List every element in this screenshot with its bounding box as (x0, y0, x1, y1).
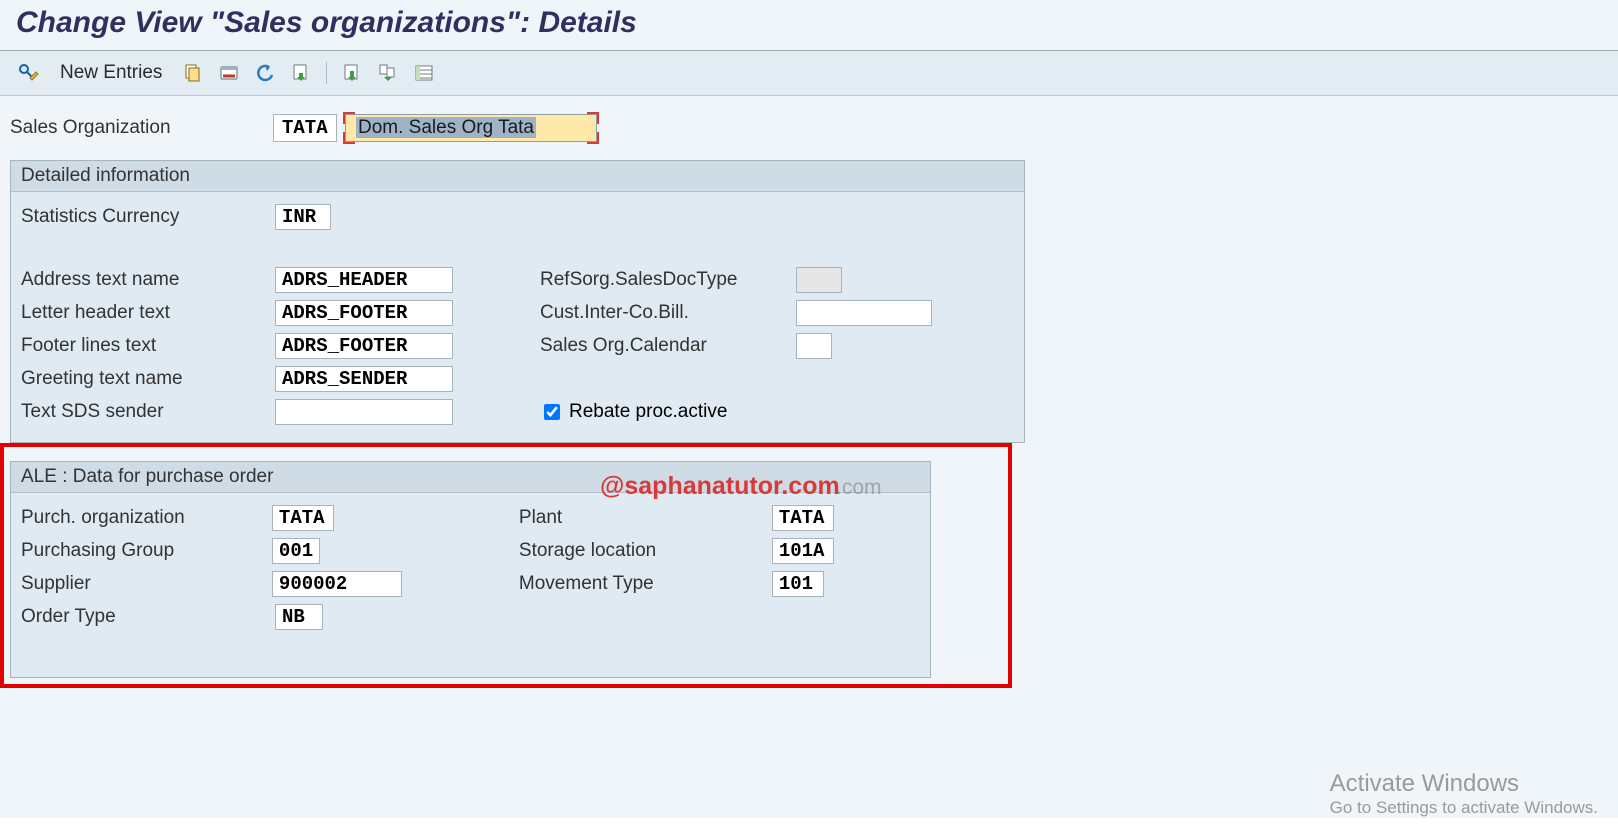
new-entries-button[interactable]: New Entries (52, 60, 170, 86)
movement-type-input[interactable] (772, 571, 824, 597)
table-view-icon[interactable] (411, 61, 437, 85)
stats-currency-input[interactable] (275, 204, 331, 230)
letter-header-input[interactable] (275, 300, 453, 326)
title-bar: Change View "Sales organizations": Detai… (0, 0, 1618, 50)
rebate-label: Rebate proc.active (569, 401, 727, 423)
cust-interco-label: Cust.Inter-Co.Bill. (540, 302, 796, 324)
sales-org-desc-input[interactable]: Dom. Sales Org Tata (345, 114, 597, 142)
storage-input[interactable] (772, 538, 834, 564)
detailed-info-group: Detailed information Statistics Currency… (10, 160, 1025, 443)
sds-sender-input[interactable] (275, 399, 453, 425)
purch-grp-label: Purchasing Group (21, 540, 272, 562)
refsorg-input (796, 267, 842, 293)
plant-input[interactable] (772, 505, 834, 531)
select-set-icon[interactable] (375, 61, 401, 85)
undo-icon[interactable] (252, 61, 278, 85)
delete-icon[interactable] (216, 61, 242, 85)
purch-grp-input[interactable] (272, 538, 320, 564)
sales-calendar-input[interactable] (796, 333, 832, 359)
sds-sender-label: Text SDS sender (21, 401, 275, 423)
cust-interco-input[interactable] (796, 300, 932, 326)
toggle-display-icon[interactable] (16, 61, 42, 85)
toolbar-separator (326, 62, 327, 84)
purch-org-input[interactable] (272, 505, 334, 531)
storage-label: Storage location (519, 540, 772, 562)
next-entry-icon[interactable] (288, 61, 314, 85)
footer-lines-label: Footer lines text (21, 335, 275, 357)
sales-org-row: Sales Organization TATA Dom. Sales Org T… (10, 114, 1608, 142)
ale-title: ALE : Data for purchase order (11, 462, 930, 493)
ale-group: ALE : Data for purchase order Purch. org… (10, 461, 931, 678)
supplier-input[interactable] (272, 571, 402, 597)
toolbar: New Entries (0, 51, 1618, 96)
prev-entry-icon[interactable] (339, 61, 365, 85)
sales-calendar-label: Sales Org.Calendar (540, 335, 796, 357)
movement-type-label: Movement Type (519, 573, 772, 595)
order-type-label: Order Type (21, 606, 275, 628)
page-title: Change View "Sales organizations": Detai… (16, 6, 1602, 40)
letter-header-label: Letter header text (21, 302, 275, 324)
purch-org-label: Purch. organization (21, 507, 272, 529)
sales-org-code: TATA (273, 114, 337, 142)
footer-lines-input[interactable] (275, 333, 453, 359)
address-text-label: Address text name (21, 269, 275, 291)
supplier-label: Supplier (21, 573, 272, 595)
address-text-input[interactable] (275, 267, 453, 293)
copy-as-icon[interactable] (180, 61, 206, 85)
order-type-input[interactable] (275, 604, 323, 630)
content-area: Sales Organization TATA Dom. Sales Org T… (0, 96, 1618, 818)
refsorg-label: RefSorg.SalesDocType (540, 269, 796, 291)
greeting-text-input[interactable] (275, 366, 453, 392)
detailed-info-title: Detailed information (11, 161, 1024, 192)
plant-label: Plant (519, 507, 772, 529)
stats-currency-label: Statistics Currency (21, 206, 275, 228)
greeting-text-label: Greeting text name (21, 368, 275, 390)
sales-org-desc-text: Dom. Sales Org Tata (356, 117, 536, 138)
sales-org-label: Sales Organization (10, 117, 265, 139)
rebate-checkbox[interactable] (544, 404, 560, 420)
